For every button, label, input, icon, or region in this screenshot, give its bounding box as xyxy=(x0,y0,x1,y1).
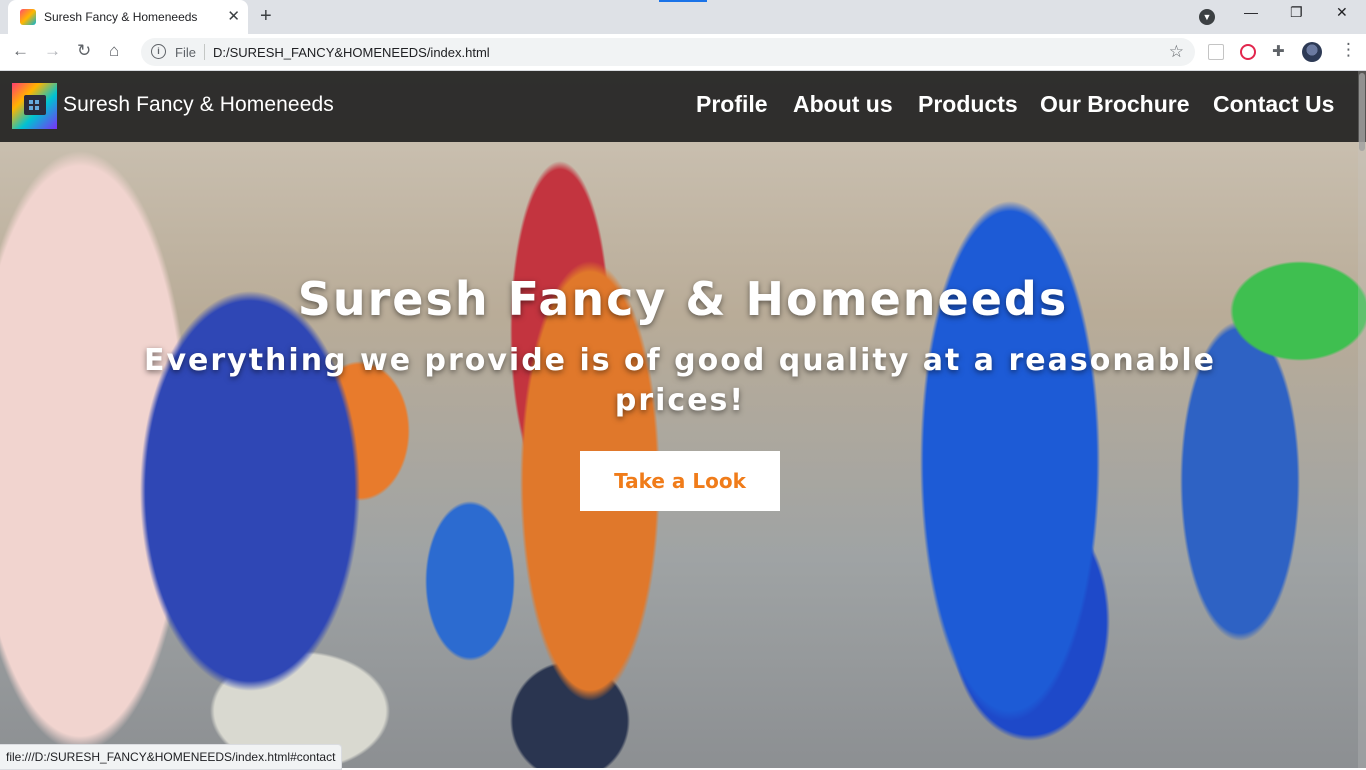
hero-title: Suresh Fancy & Homeneeds xyxy=(297,272,1069,326)
address-bar[interactable]: i File D:/SURESH_FANCY&HOMENEEDS/index.h… xyxy=(141,38,1195,66)
hero-section: Suresh Fancy & Homeneeds Profile About u… xyxy=(0,71,1366,768)
tab-search-icon[interactable]: ▼ xyxy=(1199,9,1215,25)
house-icon xyxy=(24,95,46,115)
extensions-puzzle-icon[interactable]: ✚ xyxy=(1272,42,1285,60)
nav-link-products[interactable]: Products xyxy=(918,91,1018,118)
new-tab-icon[interactable]: + xyxy=(260,5,272,28)
site-navbar: Suresh Fancy & Homeneeds Profile About u… xyxy=(0,71,1366,142)
logo-icon[interactable] xyxy=(12,83,57,129)
site-favicon-icon xyxy=(20,9,36,25)
tab-drag-indicator xyxy=(659,0,707,2)
profile-avatar[interactable] xyxy=(1302,42,1322,62)
minimize-icon[interactable]: — xyxy=(1244,4,1258,20)
reload-icon[interactable]: ↻ xyxy=(77,42,91,60)
take-a-look-button[interactable]: Take a Look xyxy=(580,451,780,511)
extension-icon[interactable] xyxy=(1208,44,1224,60)
url-text[interactable]: D:/SURESH_FANCY&HOMENEEDS/index.html xyxy=(213,45,490,60)
tab-strip: Suresh Fancy & Homeneeds ✕ + ▼ — ❐ ✕ xyxy=(0,0,1366,34)
browser-tab[interactable]: Suresh Fancy & Homeneeds ✕ xyxy=(8,0,248,34)
close-tab-icon[interactable]: ✕ xyxy=(227,8,240,26)
scrollbar-thumb[interactable] xyxy=(1359,73,1365,151)
bookmark-star-icon[interactable]: ☆ xyxy=(1169,42,1184,62)
address-separator xyxy=(204,44,205,60)
browser-menu-icon[interactable]: ⋮ xyxy=(1340,41,1357,59)
close-window-icon[interactable]: ✕ xyxy=(1336,4,1348,21)
restore-icon[interactable]: ❐ xyxy=(1290,4,1303,21)
back-icon[interactable]: ← xyxy=(12,42,29,60)
opera-extension-icon[interactable] xyxy=(1240,44,1256,60)
status-bar-link-preview: file:///D:/SURESH_FANCY&HOMENEEDS/index.… xyxy=(0,744,343,770)
home-icon[interactable]: ⌂ xyxy=(109,42,119,60)
scheme-label: File xyxy=(175,45,196,60)
nav-link-about-us[interactable]: About us xyxy=(793,91,893,118)
brand-name[interactable]: Suresh Fancy & Homeneeds xyxy=(63,93,334,117)
page-scrollbar[interactable] xyxy=(1358,71,1366,768)
nav-link-contact-us[interactable]: Contact Us xyxy=(1213,91,1334,118)
tab-title: Suresh Fancy & Homeneeds xyxy=(44,10,198,24)
site-info-icon[interactable]: i xyxy=(151,44,166,59)
forward-icon[interactable]: → xyxy=(44,42,61,60)
browser-toolbar: ← → ↻ ⌂ i File D:/SURESH_FANCY&HOMENEEDS… xyxy=(0,34,1366,71)
nav-link-profile[interactable]: Profile xyxy=(696,91,768,118)
hero-subtitle: Everything we provide is of good quality… xyxy=(143,343,1217,418)
nav-link-our-brochure[interactable]: Our Brochure xyxy=(1040,91,1190,118)
